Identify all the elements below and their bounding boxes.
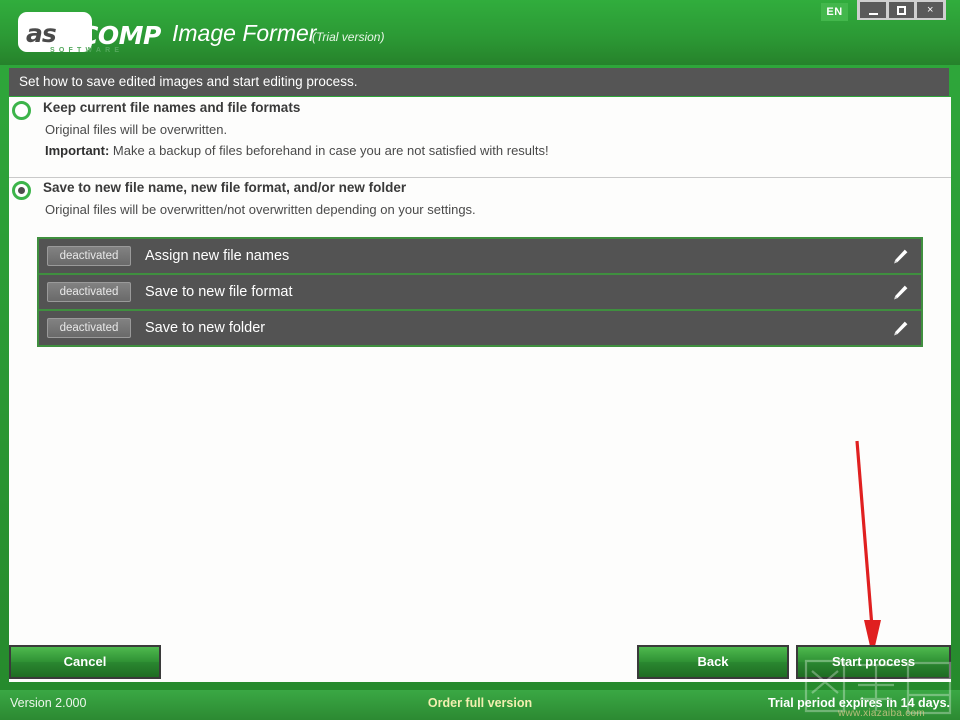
- ascomp-logo: as COMP SOFTWARE: [18, 12, 163, 56]
- start-process-button[interactable]: Start process: [796, 645, 951, 679]
- settings-row-label: Assign new file names: [145, 248, 290, 264]
- step-instruction-bar: Set how to save edited images and start …: [9, 68, 949, 96]
- application-window: as COMP SOFTWARE Image Former (Trial ver…: [0, 0, 960, 720]
- maximize-icon: [896, 6, 906, 15]
- minimize-button[interactable]: [860, 2, 886, 18]
- status-badge[interactable]: deactivated: [47, 318, 131, 338]
- button-bar: Cancel Back Start process: [9, 640, 951, 685]
- settings-row[interactable]: deactivated Save to new file format: [39, 275, 921, 309]
- option-divider: [9, 177, 951, 178]
- settings-row-label: Save to new folder: [145, 320, 266, 336]
- radio-keep-names[interactable]: [12, 101, 31, 120]
- maximize-button[interactable]: [888, 2, 915, 18]
- option-title-new-target: Save to new file name, new file format, …: [43, 180, 407, 195]
- pencil-icon[interactable]: [891, 284, 909, 302]
- back-button[interactable]: Back: [637, 645, 789, 679]
- title-bar: as COMP SOFTWARE Image Former (Trial ver…: [0, 0, 960, 65]
- main-panel: Keep current file names and file formats…: [9, 97, 951, 682]
- option-title-keep-names: Keep current file names and file formats: [43, 100, 301, 115]
- logo-text-as: as: [26, 19, 57, 48]
- minimize-icon: [868, 13, 878, 15]
- close-icon: ×: [926, 4, 934, 16]
- option-important-note: Important: Make a backup of files before…: [45, 143, 549, 158]
- close-button[interactable]: ×: [917, 2, 944, 18]
- option-desc-new-target: Original files will be overwritten/not o…: [45, 202, 476, 217]
- status-badge[interactable]: deactivated: [47, 282, 131, 302]
- option-desc-keep-names: Original files will be overwritten.: [45, 122, 228, 137]
- status-bar: Version 2.000 Order full version Trial p…: [0, 690, 960, 720]
- trial-expiry-label: Trial period expires in 14 days.: [767, 696, 950, 710]
- logo-text-software: SOFTWARE: [50, 47, 124, 54]
- language-badge[interactable]: EN: [821, 3, 848, 21]
- logo-text-comp: COMP: [80, 21, 161, 50]
- settings-row-list: deactivated Assign new file names deacti…: [37, 237, 923, 347]
- important-text: Make a backup of files beforehand in cas…: [109, 143, 549, 158]
- pencil-icon[interactable]: [891, 320, 909, 338]
- settings-row-label: Save to new file format: [145, 284, 293, 300]
- trial-version-tag: (Trial version): [312, 30, 385, 44]
- important-label: Important:: [45, 143, 110, 158]
- app-title: Image Former: [172, 20, 317, 46]
- window-controls: ×: [857, 0, 946, 20]
- settings-row[interactable]: deactivated Assign new file names: [39, 239, 921, 273]
- cancel-button[interactable]: Cancel: [9, 645, 161, 679]
- settings-row[interactable]: deactivated Save to new folder: [39, 311, 921, 345]
- status-badge[interactable]: deactivated: [47, 246, 131, 266]
- pencil-icon[interactable]: [891, 248, 909, 266]
- radio-new-target[interactable]: [12, 181, 31, 200]
